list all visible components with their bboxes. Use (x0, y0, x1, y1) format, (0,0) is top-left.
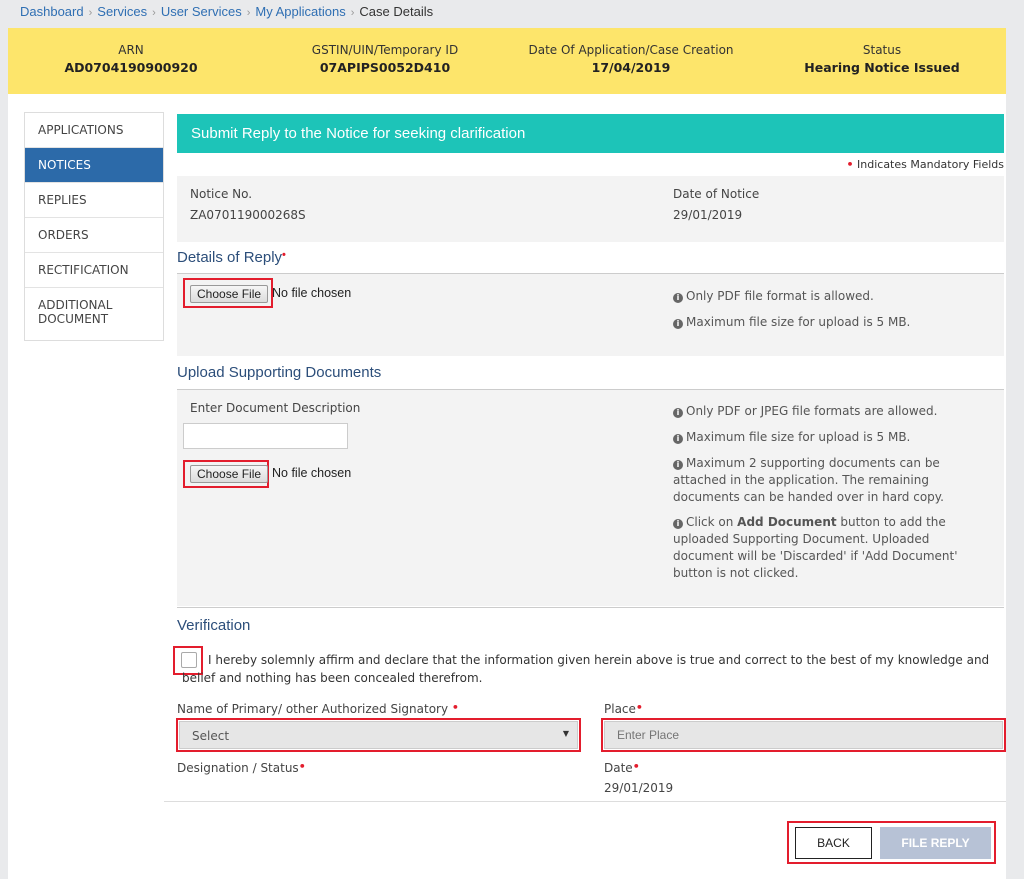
breadcrumb-user-services[interactable]: User Services (161, 4, 242, 19)
gstin-value: 07APIPS0052D410 (319, 60, 451, 75)
required-dot-icon: • (298, 760, 306, 773)
sidebar-item-rectification[interactable]: RECTIFICATION (25, 253, 163, 288)
sidebar-item-additional-document[interactable]: ADDITIONAL DOCUMENT (25, 288, 135, 340)
status-label: Status (862, 43, 902, 57)
reply-section-title-text: Details of Reply (177, 249, 283, 266)
gstin-block: GSTIN/UIN/Temporary ID 07APIPS0052D410 (288, 43, 482, 75)
info-icon: i (673, 460, 683, 470)
support-hint-size-text: Maximum file size for upload is 5 MB. (686, 430, 911, 444)
required-dot-icon: • (282, 249, 286, 261)
signatory-label-text: Name of Primary/ other Authorized Signat… (177, 702, 449, 716)
sidebar-item-replies[interactable]: REPLIES (25, 183, 163, 218)
info-icon: i (673, 319, 683, 329)
divider (164, 801, 1006, 802)
date-label-text: Date (604, 761, 633, 775)
signatory-select-value: Select (192, 729, 230, 743)
declaration-text: I hereby solemnly affirm and declare tha… (182, 653, 990, 685)
info-icon: i (673, 434, 683, 444)
support-section-title: Upload Supporting Documents (177, 364, 382, 381)
designation-label-text: Designation / Status (177, 761, 299, 775)
support-hint-add-pre: Click on (686, 515, 738, 529)
breadcrumb-current: Case Details (359, 4, 434, 19)
date-value: 29/01/2019 (604, 781, 674, 795)
dropdown-arrow-icon: ▼ (562, 729, 569, 738)
notice-date-label: Date of Notice (673, 187, 760, 201)
reply-section-title: Details of Reply• (177, 249, 286, 266)
signatory-select[interactable]: Select ▼ (179, 721, 578, 749)
support-hint-format-text: Only PDF or JPEG file formats are allowe… (686, 404, 938, 418)
notice-no-value: ZA070119000268S (190, 208, 306, 222)
gstin-label: GSTIN/UIN/Temporary ID (311, 43, 459, 57)
designation-label: Designation / Status• (177, 760, 306, 775)
breadcrumb-dashboard[interactable]: Dashboard (20, 4, 84, 19)
breadcrumb-my-applications[interactable]: My Applications (255, 4, 345, 19)
sidebar-item-notices[interactable]: NOTICES (25, 148, 163, 183)
application-date-value: 17/04/2019 (591, 60, 671, 75)
doc-description-input[interactable] (183, 423, 348, 449)
place-label-text: Place (604, 702, 636, 716)
chevron-right-icon: › (152, 7, 156, 19)
support-file-status: No file chosen (272, 466, 352, 480)
reply-choose-file-button[interactable]: Choose File (190, 285, 269, 303)
arn-block: ARN AD0704190900920 (58, 43, 204, 75)
mandatory-note: • Indicates Mandatory Fields (846, 158, 1004, 171)
reply-hint-format-text: Only PDF file format is allowed. (686, 289, 874, 303)
support-hint-add-bold: Add Document (737, 515, 837, 529)
support-upload-box: Enter Document Description Choose File N… (177, 390, 1004, 606)
date-label: Date• (604, 760, 640, 775)
chevron-right-icon: › (350, 7, 355, 19)
notice-info-box: Notice No. ZA070119000268S Date of Notic… (177, 176, 1004, 242)
application-date-label: Date Of Application/Case Creation (528, 43, 734, 57)
breadcrumb-services[interactable]: Services (97, 4, 147, 19)
info-icon: i (673, 408, 683, 418)
arn-label: ARN (118, 43, 144, 57)
case-info-bar: ARN AD0704190900920 GSTIN/UIN/Temporary … (8, 28, 1006, 94)
info-icon: i (673, 519, 683, 529)
sidebar-item-applications[interactable]: APPLICATIONS (25, 113, 163, 148)
breadcrumb: Dashboard › Services › User Services › My Appl… (20, 4, 433, 19)
support-hint-add-document: i Click on Add Document button to add the… (673, 514, 963, 582)
support-hint-size: i Maximum file size for upload is 5 MB. (673, 429, 910, 446)
divider (177, 607, 1004, 608)
case-sidebar: APPLICATIONS NOTICES REPLIES ORDERS RECT… (24, 112, 164, 341)
place-input[interactable] (604, 721, 1003, 749)
status-block: Status Hearing Notice Issued (794, 43, 970, 75)
required-dot-icon: • (451, 701, 459, 714)
reply-hint-size: i Maximum file size for upload is 5 MB. (673, 314, 910, 331)
mandatory-note-text: Indicates Mandatory Fields (857, 158, 1004, 171)
sidebar-item-orders[interactable]: ORDERS (25, 218, 163, 253)
reply-upload-box: Choose File No file chosen i Only PDF fil… (177, 274, 1004, 356)
support-choose-file-button[interactable]: Choose File (190, 465, 269, 483)
verification-title: Verification (177, 617, 251, 634)
arn-value: AD0704190900920 (64, 60, 198, 75)
file-reply-button[interactable]: FILE REPLY (880, 827, 991, 859)
signatory-label: Name of Primary/ other Authorized Signat… (177, 701, 459, 716)
back-button[interactable]: BACK (795, 827, 872, 859)
notice-date-value: 29/01/2019 (673, 208, 743, 222)
place-label: Place• (604, 701, 643, 716)
reply-file-status: No file chosen (272, 286, 352, 300)
required-dot-icon: • (635, 701, 643, 714)
support-hint-count-text: Maximum 2 supporting documents can be at… (673, 456, 944, 504)
status-value: Hearing Notice Issued (804, 60, 960, 75)
application-date-block: Date Of Application/Case Creation 17/04/… (518, 43, 744, 75)
reply-hint-size-text: Maximum file size for upload is 5 MB. (686, 315, 911, 329)
chevron-right-icon: › (88, 7, 93, 19)
chevron-right-icon: › (246, 7, 251, 19)
doc-description-label: Enter Document Description (190, 401, 361, 415)
support-hint-count: i Maximum 2 supporting documents can be a… (673, 455, 963, 506)
support-hint-format: i Only PDF or JPEG file formats are allow… (673, 403, 937, 420)
required-dot-icon: • (846, 158, 854, 171)
notice-no-label: Notice No. (190, 187, 253, 201)
reply-hint-format: i Only PDF file format is allowed. (673, 288, 874, 305)
info-icon: i (673, 293, 683, 303)
required-dot-icon: • (632, 760, 640, 773)
page-title: Submit Reply to the Notice for seeking c… (177, 114, 1004, 153)
